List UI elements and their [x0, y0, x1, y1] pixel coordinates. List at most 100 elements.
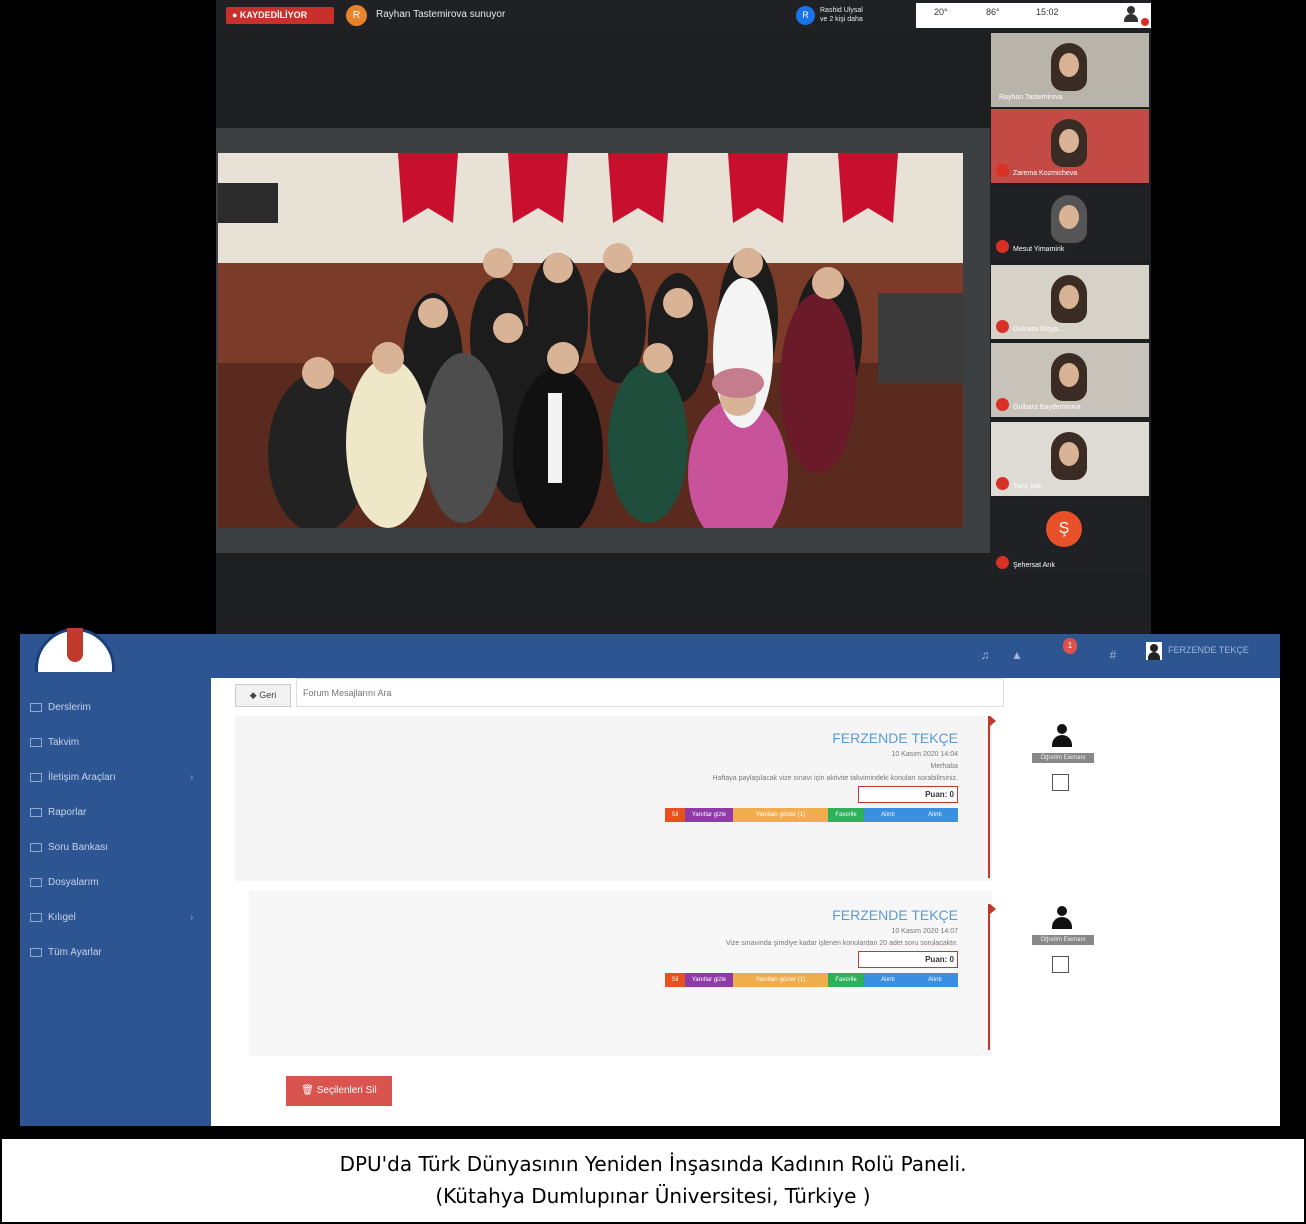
post-thread-line [988, 716, 996, 878]
people-icon[interactable] [1123, 6, 1139, 22]
communication-icon [30, 772, 42, 782]
sidebar-item-files[interactable]: Dosyalarım [30, 873, 99, 893]
delete-button[interactable]: Sil [665, 973, 685, 987]
people-notification-dot [1141, 18, 1149, 26]
show-replies-button[interactable]: Yanıtları göster (1) [733, 808, 828, 822]
video-meeting-window: ● KAYDEDİLİYOR R Rayhan Tastemirova sunu… [216, 0, 1151, 634]
speaking-indicator: R Rashid Ulysal ve 2 kişi daha [796, 5, 906, 26]
participant-name: Rayhan Tastemirova [999, 94, 1063, 101]
user-avatar-icon[interactable] [1146, 642, 1162, 660]
hide-replies-button[interactable]: Yanıtlar gizle [685, 808, 733, 822]
participant-tile[interactable]: Ş Şehersat Arık [991, 501, 1149, 575]
post-thread-line [988, 904, 996, 1050]
mic-muted-icon [996, 556, 1009, 569]
sidebar-item-calendar[interactable]: Takvim [30, 733, 79, 753]
courses-icon [30, 702, 42, 712]
sidebar-item-label: Derslerim [48, 702, 91, 713]
quote-button[interactable]: Alıntı [864, 973, 912, 987]
post-author[interactable]: FERZENDE TEKÇE [832, 730, 958, 746]
sidebar-item-label: Raporlar [48, 807, 87, 818]
participant-video [1051, 275, 1087, 323]
lms-window: ♫ ▲ 1 # FERZENDE TEKÇE Derslerim Takvim … [20, 628, 1280, 1126]
favorite-button[interactable]: Favorile [828, 808, 864, 822]
user-role-tag: Öğretim Elemanı [1032, 935, 1094, 945]
mic-muted-icon [996, 320, 1009, 333]
presentation-stage [216, 128, 990, 553]
control-a[interactable]: 20° [934, 7, 948, 17]
logo-emblem [67, 628, 83, 662]
hide-replies-button[interactable]: Yanıtlar gizle [685, 973, 733, 987]
participant-name: Tunç Işık [1013, 483, 1042, 490]
screenshot-frame: ● KAYDEDİLİYOR R Rayhan Tastemirova sunu… [0, 0, 1306, 1224]
participant-name: Gulnara Stoya... [1013, 326, 1064, 333]
university-logo [35, 628, 115, 672]
sidebar-item-library[interactable]: Kılıgel › [30, 908, 210, 928]
forum-post: FERZENDE TEKÇE 10 Kasım 2020 14:07 Vize … [249, 891, 992, 1056]
sidebar-item-label: Tüm Ayarlar [48, 947, 102, 958]
post-author[interactable]: FERZENDE TEKÇE [832, 907, 958, 923]
sidebar-item-label: Kılıgel [48, 912, 76, 923]
participant-tile[interactable]: Tunç Işık [991, 422, 1149, 496]
control-b[interactable]: 86° [986, 7, 1000, 17]
speaker-avatar: R [796, 6, 815, 25]
quote-button[interactable]: Alıntı [912, 808, 958, 822]
user-role-tag: Öğretim Elemanı [1032, 753, 1094, 763]
mic-muted-icon [996, 398, 1009, 411]
sidebar-item-settings[interactable]: Tüm Ayarlar [30, 943, 102, 963]
user-icon [1051, 906, 1073, 930]
mic-muted-icon [996, 477, 1009, 490]
mic-muted-icon [996, 240, 1009, 253]
participant-tile[interactable]: Rayhan Tastemirova [991, 33, 1149, 107]
back-button[interactable]: ◆ Geri [235, 684, 291, 707]
warning-icon[interactable]: ▲ [1010, 648, 1024, 662]
sidebar-item-courses[interactable]: Derslerim [30, 698, 91, 718]
participant-name: Mesut Yimamirik [1013, 246, 1065, 253]
sidebar-item-communication[interactable]: İletişim Araçları › [30, 768, 210, 788]
score-field[interactable]: Puan: 0 [858, 786, 958, 803]
meeting-clock: 15:02 [1036, 7, 1059, 17]
post-text: Vize sınavında şimdiye kadar işlenen kon… [725, 940, 958, 947]
user-menu[interactable]: FERZENDE TEKÇE [1168, 645, 1249, 655]
figure-caption: DPU'da Türk Dünyasının Yeniden İnşasında… [1, 1138, 1305, 1223]
quote-button[interactable]: Alıntı [864, 808, 912, 822]
participant-name: Şehersat Arık [1013, 562, 1056, 569]
participant-avatar: Ş [1046, 511, 1082, 547]
mic-muted-icon [996, 164, 1009, 177]
participant-tile[interactable]: Mesut Yimamirik [991, 185, 1149, 259]
score-field[interactable]: Puan: 0 [858, 951, 958, 968]
delete-selected-button[interactable]: 🗑 Seçilenleri Sil [286, 1076, 392, 1106]
sidebar-item-reports[interactable]: Raporlar [30, 803, 86, 823]
select-checkbox[interactable] [1052, 774, 1069, 791]
files-icon [30, 877, 42, 887]
post-user-card: Öğretim Elemanı [1027, 724, 1097, 804]
post-action-buttons: Sil Yanıtlar gizle Yanıtları göster (1) … [665, 808, 958, 822]
participant-video [1051, 195, 1087, 243]
quote-button[interactable]: Alıntı [912, 973, 958, 987]
presenter-avatar: R [346, 5, 367, 26]
post-date: 10 Kasım 2020 14:07 [891, 928, 958, 935]
forum-search-input[interactable] [296, 678, 1004, 707]
sidebar-item-label: Takvim [48, 737, 80, 748]
participant-tile[interactable]: Zarema Kozmicheva [991, 109, 1149, 183]
presenter-label: Rayhan Tastemirova sunuyor [376, 9, 506, 20]
participant-video [1051, 43, 1087, 91]
reports-icon [30, 807, 42, 817]
speaker-line-2: ve 2 kişi daha [820, 16, 863, 23]
chevron-right-icon: › [190, 772, 194, 783]
user-icon [1051, 724, 1073, 748]
participant-tile[interactable]: Gulnara Stoya... [991, 265, 1149, 339]
speaker-names: Rashid Ulysal ve 2 kişi daha [820, 6, 863, 24]
meeting-top-bar: ● KAYDEDİLİYOR R Rayhan Tastemirova sunu… [216, 0, 1151, 30]
caption-line-1: DPU'da Türk Dünyasının Yeniden İnşasında… [339, 1152, 967, 1176]
calendar-icon [30, 737, 42, 747]
participant-tile[interactable]: Gulbara Baydemirova [991, 343, 1149, 417]
bell-icon[interactable]: ♫ [978, 648, 992, 662]
delete-button[interactable]: Sil [665, 808, 685, 822]
show-replies-button[interactable]: Yanıtları göster (1) [733, 973, 828, 987]
grid-icon[interactable]: # [1106, 648, 1120, 662]
select-checkbox[interactable] [1052, 956, 1069, 973]
favorite-button[interactable]: Favorile [828, 973, 864, 987]
sidebar-item-question-bank[interactable]: Soru Bankası [30, 838, 108, 858]
post-date: 10 Kasım 2020 14:04 [891, 751, 958, 758]
library-icon [30, 912, 42, 922]
